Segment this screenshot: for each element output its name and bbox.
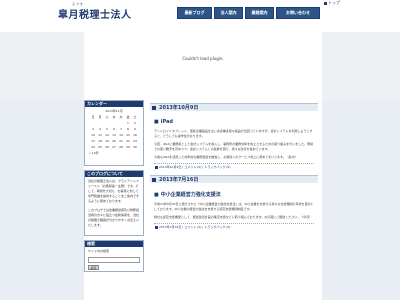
blog-post: 2013年10月9日 ■ iPad アンドロイドタブレット、国産企業製品をはじめ多… xyxy=(150,103,318,169)
post-footer-text[interactable]: 2013年10月9日 | コメント (0) | トラックバック (0) xyxy=(159,165,230,169)
nav-services[interactable]: 業務案内 xyxy=(245,7,274,19)
calendar-day: 24 xyxy=(91,145,95,149)
calendar-table: 日 月 火 水 木 金 土 1 2 3 4 5 6 7 8 9 10 11 12 13 14 15 16 17 1… xyxy=(90,114,139,150)
post-title-text: iPad xyxy=(160,119,173,125)
square-icon xyxy=(324,1,327,5)
blog-post: 2013年7月16日 ■ 中小企業経営力強化支援法 平成24年8月30日に施行され… xyxy=(150,175,318,229)
site-logo[interactable]: 皐月税理士法人 xyxy=(58,6,132,21)
calendar-widget: カレンダー 2013年11月 日 月 火 水 木 金 土 1 2 3 4 5 6 7 8 9 10… xyxy=(84,100,144,166)
plugin-error-message: Couldn't load plugin. xyxy=(182,56,224,61)
post-paragraph: 平成24年8月30日に施行された「中小企業経営力強化支援法」は、中小企業を支援す… xyxy=(154,202,314,211)
clock-icon xyxy=(155,165,158,169)
calendar-day: 26 xyxy=(105,145,109,149)
post-paragraph: 今後もiPadを活用した効率的な業務運営を推進し、お客様へのサービス向上に努めて… xyxy=(154,155,298,159)
post-paragraph: アンドロイドタブレット、国産企業製品をはじめ多種多様な製品が出回っていますが、会… xyxy=(154,129,313,138)
calendar-month: 2013年11月 xyxy=(105,109,123,113)
post-paragraph: 弊社も認定支援機関として、経営改善計画の策定支援などに取り組んでおります。お気軽… xyxy=(154,215,313,219)
calendar-week: 24 25 26 27 28 29 30 xyxy=(90,144,139,150)
calendar-day: 25 xyxy=(98,145,102,149)
search-widget: 検索 サイト内の検索 検索 xyxy=(84,240,144,272)
bullet-icon: ■ xyxy=(154,119,159,125)
calendar-day: 30 xyxy=(133,145,137,149)
about-blog-text: 当社の税理士法人は、クライアントファースト（お客様第一主義）です。そして、時間を… xyxy=(88,179,140,203)
calendar-day: 27 xyxy=(112,145,116,149)
post-title-text: 中小企業経営力強化支援法 xyxy=(160,192,221,198)
post-footer: 2013年10月9日 | コメント (0) | トラックバック (0) xyxy=(154,163,314,169)
calendar-heading: カレンダー xyxy=(85,101,143,107)
post-date: 2013年10月9日 xyxy=(150,103,318,111)
site-header: るつき 皐月税理士法人 トップ 最新ブログ 法人案内 業務案内 お問い合わせ xyxy=(0,0,400,32)
post-footer: 2013年7月16日 | コメント (0) | トラックバック (0) xyxy=(154,223,314,229)
about-blog-widget: このブログについて 当社の税理士法人は、クライアントファースト（お客様第一主義）… xyxy=(84,170,144,236)
top-link-label: トップ xyxy=(328,0,340,5)
nav-contact[interactable]: お問い合わせ xyxy=(276,7,320,19)
top-link[interactable]: トップ xyxy=(324,0,340,6)
nav-company-info[interactable]: 法人案内 xyxy=(214,7,243,19)
post-footer-text[interactable]: 2013年7月16日 | コメント (0) | トラックバック (0) xyxy=(159,225,230,229)
sidebar: カレンダー 2013年11月 日 月 火 水 木 金 土 1 2 3 4 5 6 7 8 9 10… xyxy=(84,100,144,276)
search-input[interactable] xyxy=(88,257,140,263)
search-button[interactable]: 検索 xyxy=(88,265,99,270)
calendar-day: 29 xyxy=(126,145,130,149)
about-blog-text: このブログでは企業経営者及び財務担当者の方々に役立つ最新情報を、当社の税理士職員… xyxy=(88,208,140,227)
main-content: 2013年10月9日 ■ iPad アンドロイドタブレット、国産企業製品をはじめ多… xyxy=(150,100,318,235)
post-date: 2013年7月16日 xyxy=(150,175,318,183)
post-paragraph: 今回、iPadに業務用として会計システムを導入し、事務所の業務効率を向上させるた… xyxy=(154,142,314,151)
nav-latest-blog[interactable]: 最新ブログ xyxy=(177,7,212,19)
main-nav: 最新ブログ 法人案内 業務案内 お問い合わせ xyxy=(177,7,320,19)
clock-icon xyxy=(155,225,158,229)
calendar-day: 28 xyxy=(119,145,123,149)
bullet-icon: ■ xyxy=(154,192,159,198)
post-title[interactable]: ■ 中小企業経営力強化支援法 xyxy=(154,191,318,198)
page: るつき 皐月税理士法人 トップ 最新ブログ 法人案内 業務案内 お問い合わせ C… xyxy=(0,0,400,300)
plugin-band: Couldn't load plugin. xyxy=(0,32,400,100)
search-label: サイト内の検索 xyxy=(88,249,110,253)
post-title[interactable]: ■ iPad xyxy=(154,119,318,125)
plugin-area: Couldn't load plugin. xyxy=(84,32,322,100)
calendar-prev-link[interactable]: « 10月 xyxy=(89,151,143,155)
